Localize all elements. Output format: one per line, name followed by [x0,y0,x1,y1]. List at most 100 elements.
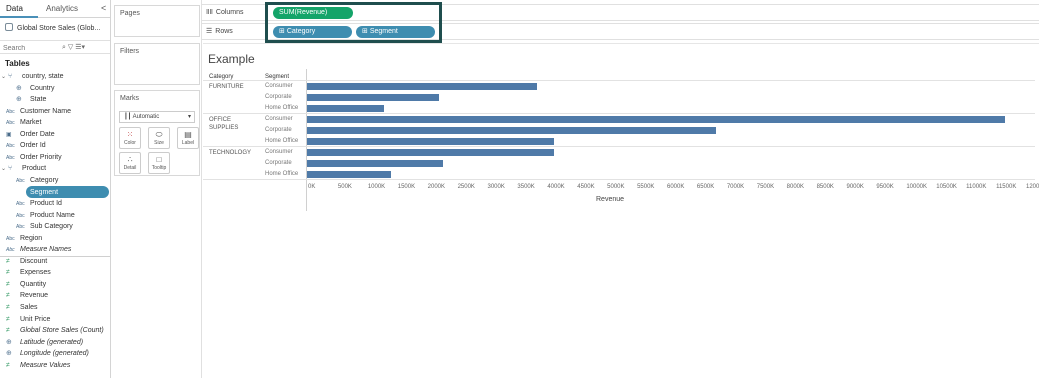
color-button[interactable]: ⁙ Color [119,127,141,149]
segment-label: Corporate [265,127,292,133]
field-item[interactable]: Abc Measure Names [6,244,71,255]
pages-card[interactable]: Pages [114,5,200,37]
field-item[interactable]: ≠ Unit Price [6,314,50,325]
search-input[interactable] [3,43,59,53]
filter-icon[interactable]: ▽ [68,44,73,51]
field-label: Revenue [20,292,49,300]
chevron-down-icon: ▾ [187,114,191,120]
mark-type-dropdown[interactable]: ┃┃ Automatic ▾ [119,111,195,123]
detail-button[interactable]: ∴ Detail [119,152,141,174]
bar[interactable] [307,149,554,156]
field-item[interactable]: Abc Segment [16,187,58,198]
field-label: Customer Name [20,107,71,115]
field-item[interactable]: ⌄ ⑂ Product [1,163,46,174]
field-item[interactable]: ⊕ Country [16,83,55,94]
tooltip-button[interactable]: □ Tooltip [148,152,170,174]
segment-label: Home Office [265,138,299,144]
field-item[interactable]: ⊕ Longitude (generated) [6,348,89,359]
field-item[interactable]: ▣ Order Date [6,129,55,140]
bar[interactable] [307,116,1006,123]
field-item[interactable]: Abc Product Name [16,210,75,221]
field-label: Product Name [30,211,75,219]
x-tick-label: 5500K [637,184,655,190]
mark-type-value: Automatic [132,114,160,120]
x-tick-label: 4000K [547,184,565,190]
group-separator [203,179,1035,180]
bar-chart-icon: ┃┃ [124,114,133,120]
field-item[interactable]: Abc Category [16,175,58,186]
abc-icon: Abc [6,247,15,254]
chevron-down-icon[interactable]: ⌄ [1,164,8,175]
label-label: Label [181,140,195,146]
search-icon[interactable]: ⌕ [62,44,66,51]
chevron-down-icon[interactable]: ⌄ [1,72,8,83]
field-item[interactable]: Abc Region [6,233,42,244]
category-label: OFFICE SUPPLIES [209,117,239,131]
bar[interactable] [307,160,444,167]
datasource-item[interactable]: Global Store Sales (Glob... [5,23,109,35]
bar[interactable] [307,94,439,101]
tab-analytics[interactable]: Analytics [46,4,78,13]
field-item[interactable]: ≠ Expenses [6,267,51,278]
hierarchy-icon: ⑂ [8,165,13,173]
field-item[interactable]: ≠ Measure Values [6,360,70,371]
collapse-pane-icon[interactable]: < [101,3,106,13]
field-label: Region [20,234,43,242]
x-tick-label: 8000K [786,184,805,190]
field-item[interactable]: Abc Market [6,117,41,128]
abc-icon: Abc [6,235,15,242]
category-label: TECHNOLOGY [209,150,252,156]
filters-card[interactable]: Filters [114,43,200,85]
view-options-icon[interactable]: ☰▾ [75,44,85,51]
bar[interactable] [307,127,716,134]
field-label: country, state [22,73,64,80]
x-tick-label: 8500K [816,184,834,190]
columns-icon: ⅡⅡ [206,9,213,16]
x-tick-label: 3000K [487,184,505,190]
x-tick-label: 4500K [577,184,595,190]
columns-label: Columns [215,9,244,16]
field-label: Unit Price [20,315,51,323]
bar[interactable] [307,171,391,178]
x-tick-label: 3500K [517,184,535,190]
abc-icon: Abc [6,108,15,115]
field-label: Longitude (generated) [20,350,89,358]
field-label: Sub Category [30,223,73,231]
bar[interactable] [307,83,538,90]
field-label: Product [22,165,47,173]
cards-column: Pages Filters Marks ┃┃ Automatic ▾ ⁙ Col… [112,0,202,378]
field-item[interactable]: Abc Order Priority [6,152,62,163]
x-tick-label: 5000K [607,184,625,190]
bar[interactable] [307,105,384,112]
field-label: Sales [20,304,38,311]
field-item[interactable]: ⊕ Latitude (generated) [6,337,83,348]
measure-icon: ≠ [6,269,10,277]
field-item[interactable]: Abc Sub Category [16,221,73,232]
field-item[interactable]: Abc Product Id [16,198,62,209]
size-button[interactable]: ⬭ Size [148,127,170,149]
x-tick-label: 1500K [397,184,416,190]
tab-data[interactable]: Data [6,4,23,13]
field-item[interactable]: ≠ Quantity [6,279,46,290]
datasource-icon [5,23,13,31]
marks-title: Marks [120,95,140,102]
datasource-label: Global Store Sales (Glob... [17,25,101,32]
field-item[interactable]: ≠ Global Store Sales (Count) [6,325,104,336]
rows-label: Rows [215,28,233,35]
measure-icon: ≠ [6,327,10,335]
field-item[interactable]: ⌄ ⑂ country, state [1,71,64,82]
field-item[interactable]: Abc Order Id [6,140,46,151]
label-button[interactable]: ▤ Label [177,127,199,149]
field-item[interactable]: ≠ Revenue [6,290,48,301]
field-item[interactable]: ⊕ State [16,94,46,105]
tooltip-label: Tooltip [151,165,167,171]
field-item[interactable]: ≠ Discount [6,256,47,267]
field-item[interactable]: ≠ Sales [6,302,38,313]
field-item[interactable]: Abc Customer Name [6,106,71,117]
x-tick-label: 7000K [726,184,745,190]
x-tick-label: 9000K [846,184,864,190]
abc-icon: Abc [6,120,15,127]
globe-icon: ⊕ [16,84,22,92]
field-label: Segment [30,188,59,196]
bar[interactable] [307,138,555,145]
